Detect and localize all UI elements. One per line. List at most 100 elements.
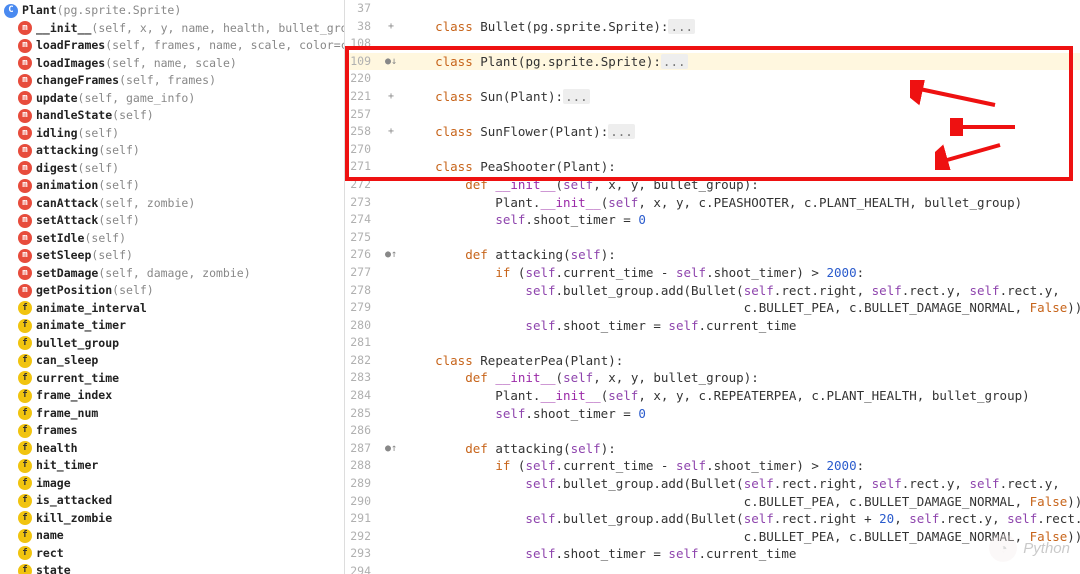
code-line[interactable]: 108: [345, 35, 1080, 53]
code-line[interactable]: 109●↓ class Plant(pg.sprite.Sprite):...: [345, 53, 1080, 71]
fold-marker[interactable]: +: [379, 123, 403, 141]
code-content[interactable]: self.bullet_group.add(Bullet(self.rect.r…: [403, 475, 1080, 493]
code-line[interactable]: 283 def __init__(self, x, y, bullet_grou…: [345, 369, 1080, 387]
code-area[interactable]: 3738+ class Bullet(pg.sprite.Sprite):...…: [345, 0, 1080, 574]
code-content[interactable]: [403, 422, 1080, 440]
code-line[interactable]: 290 c.BULLET_PEA, c.BULLET_DAMAGE_NORMAL…: [345, 493, 1080, 511]
sidebar-item-bullet_group[interactable]: fbullet_group: [0, 335, 344, 353]
sidebar-item-setIdle[interactable]: msetIdle(self): [0, 230, 344, 248]
code-content[interactable]: self.shoot_timer = 0: [403, 405, 1080, 423]
sidebar-item-setSleep[interactable]: msetSleep(self): [0, 247, 344, 265]
code-content[interactable]: self.shoot_timer = self.current_time: [403, 545, 1080, 563]
sidebar-item-digest[interactable]: mdigest(self): [0, 160, 344, 178]
sidebar-item-loadImages[interactable]: mloadImages(self, name, scale): [0, 55, 344, 73]
sidebar-item-getPosition[interactable]: mgetPosition(self): [0, 282, 344, 300]
code-content[interactable]: class RepeaterPea(Plant):: [403, 352, 1080, 370]
code-line[interactable]: 275: [345, 229, 1080, 247]
sidebar-item-hit_timer[interactable]: fhit_timer: [0, 457, 344, 475]
sidebar-item-image[interactable]: fimage: [0, 475, 344, 493]
sidebar-item-__init__[interactable]: m__init__(self, x, y, name, health, bull…: [0, 20, 344, 38]
code-line[interactable]: 273 Plant.__init__(self, x, y, c.PEASHOO…: [345, 194, 1080, 212]
sidebar-item-animation[interactable]: manimation(self): [0, 177, 344, 195]
sidebar-item-changeFrames[interactable]: mchangeFrames(self, frames): [0, 72, 344, 90]
sidebar-item-is_attacked[interactable]: fis_attacked: [0, 492, 344, 510]
code-line[interactable]: 285 self.shoot_timer = 0: [345, 405, 1080, 423]
code-content[interactable]: self.bullet_group.add(Bullet(self.rect.r…: [403, 510, 1080, 528]
code-line[interactable]: 257: [345, 106, 1080, 124]
sidebar-item-setDamage[interactable]: msetDamage(self, damage, zombie): [0, 265, 344, 283]
code-content[interactable]: c.BULLET_PEA, c.BULLET_DAMAGE_NORMAL, Fa…: [403, 299, 1080, 317]
sidebar-item-idling[interactable]: midling(self): [0, 125, 344, 143]
code-content[interactable]: def __init__(self, x, y, bullet_group):: [403, 176, 1080, 194]
code-content[interactable]: [403, 106, 1080, 124]
code-content[interactable]: Plant.__init__(self, x, y, c.REPEATERPEA…: [403, 387, 1080, 405]
code-line[interactable]: 286: [345, 422, 1080, 440]
code-content[interactable]: def attacking(self):: [403, 246, 1080, 264]
code-line[interactable]: 291 self.bullet_group.add(Bullet(self.re…: [345, 510, 1080, 528]
code-line[interactable]: 293 self.shoot_timer = self.current_time: [345, 545, 1080, 563]
code-content[interactable]: if (self.current_time - self.shoot_timer…: [403, 457, 1080, 475]
sidebar-item-handleState[interactable]: mhandleState(self): [0, 107, 344, 125]
sidebar-item-frames[interactable]: fframes: [0, 422, 344, 440]
code-content[interactable]: [403, 229, 1080, 247]
code-line[interactable]: 220: [345, 70, 1080, 88]
code-content[interactable]: [403, 35, 1080, 53]
code-line[interactable]: 276●↑ def attacking(self):: [345, 246, 1080, 264]
code-content[interactable]: class Sun(Plant):...: [403, 88, 1080, 106]
code-line[interactable]: 258+ class SunFlower(Plant):...: [345, 123, 1080, 141]
fold-marker[interactable]: +: [379, 18, 403, 36]
code-content[interactable]: class Plant(pg.sprite.Sprite):...: [403, 53, 1080, 71]
code-content[interactable]: class Bullet(pg.sprite.Sprite):...: [403, 18, 1080, 36]
fold-marker[interactable]: +: [379, 88, 403, 106]
sidebar-item-setAttack[interactable]: msetAttack(self): [0, 212, 344, 230]
code-line[interactable]: 279 c.BULLET_PEA, c.BULLET_DAMAGE_NORMAL…: [345, 299, 1080, 317]
sidebar-item-state[interactable]: fstate: [0, 562, 344, 574]
sidebar-item-loadFrames[interactable]: mloadFrames(self, frames, name, scale, c…: [0, 37, 344, 55]
sidebar-item-animate_timer[interactable]: fanimate_timer: [0, 317, 344, 335]
fold-marker[interactable]: ●↓: [379, 53, 403, 71]
code-line[interactable]: 289 self.bullet_group.add(Bullet(self.re…: [345, 475, 1080, 493]
code-line[interactable]: 37: [345, 0, 1080, 18]
code-content[interactable]: def __init__(self, x, y, bullet_group):: [403, 369, 1080, 387]
code-content[interactable]: class SunFlower(Plant):...: [403, 123, 1080, 141]
code-content[interactable]: self.bullet_group.add(Bullet(self.rect.r…: [403, 282, 1080, 300]
code-line[interactable]: 288 if (self.current_time - self.shoot_t…: [345, 457, 1080, 475]
code-content[interactable]: [403, 141, 1080, 159]
code-content[interactable]: [403, 70, 1080, 88]
code-content[interactable]: [403, 0, 1080, 18]
code-line[interactable]: 281: [345, 334, 1080, 352]
code-editor[interactable]: 3738+ class Bullet(pg.sprite.Sprite):...…: [345, 0, 1080, 574]
sidebar-item-kill_zombie[interactable]: fkill_zombie: [0, 510, 344, 528]
code-line[interactable]: 272 def __init__(self, x, y, bullet_grou…: [345, 176, 1080, 194]
sidebar-item-update[interactable]: mupdate(self, game_info): [0, 90, 344, 108]
sidebar-item-frame_num[interactable]: fframe_num: [0, 405, 344, 423]
sidebar-item-current_time[interactable]: fcurrent_time: [0, 370, 344, 388]
code-content[interactable]: c.BULLET_PEA, c.BULLET_DAMAGE_NORMAL, Fa…: [403, 528, 1080, 546]
structure-sidebar[interactable]: C Plant(pg.sprite.Sprite) m__init__(self…: [0, 0, 345, 574]
code-line[interactable]: 287●↑ def attacking(self):: [345, 440, 1080, 458]
sidebar-root-class[interactable]: C Plant(pg.sprite.Sprite): [0, 2, 344, 20]
code-content[interactable]: self.shoot_timer = 0: [403, 211, 1080, 229]
sidebar-item-attacking[interactable]: mattacking(self): [0, 142, 344, 160]
code-line[interactable]: 294: [345, 563, 1080, 574]
code-line[interactable]: 284 Plant.__init__(self, x, y, c.REPEATE…: [345, 387, 1080, 405]
code-line[interactable]: 282 class RepeaterPea(Plant):: [345, 352, 1080, 370]
code-line[interactable]: 280 self.shoot_timer = self.current_time: [345, 317, 1080, 335]
code-line[interactable]: 274 self.shoot_timer = 0: [345, 211, 1080, 229]
sidebar-item-health[interactable]: fhealth: [0, 440, 344, 458]
code-content[interactable]: [403, 563, 1080, 574]
sidebar-item-rect[interactable]: frect: [0, 545, 344, 563]
sidebar-item-name[interactable]: fname: [0, 527, 344, 545]
sidebar-item-animate_interval[interactable]: fanimate_interval: [0, 300, 344, 318]
code-content[interactable]: self.shoot_timer = self.current_time: [403, 317, 1080, 335]
code-content[interactable]: if (self.current_time - self.shoot_timer…: [403, 264, 1080, 282]
fold-marker[interactable]: ●↑: [379, 246, 403, 264]
code-line[interactable]: 277 if (self.current_time - self.shoot_t…: [345, 264, 1080, 282]
fold-marker[interactable]: ●↑: [379, 440, 403, 458]
sidebar-item-frame_index[interactable]: fframe_index: [0, 387, 344, 405]
code-line[interactable]: 221+ class Sun(Plant):...: [345, 88, 1080, 106]
code-content[interactable]: Plant.__init__(self, x, y, c.PEASHOOTER,…: [403, 194, 1080, 212]
code-content[interactable]: def attacking(self):: [403, 440, 1080, 458]
code-content[interactable]: c.BULLET_PEA, c.BULLET_DAMAGE_NORMAL, Fa…: [403, 493, 1080, 511]
code-line[interactable]: 38+ class Bullet(pg.sprite.Sprite):...: [345, 18, 1080, 36]
